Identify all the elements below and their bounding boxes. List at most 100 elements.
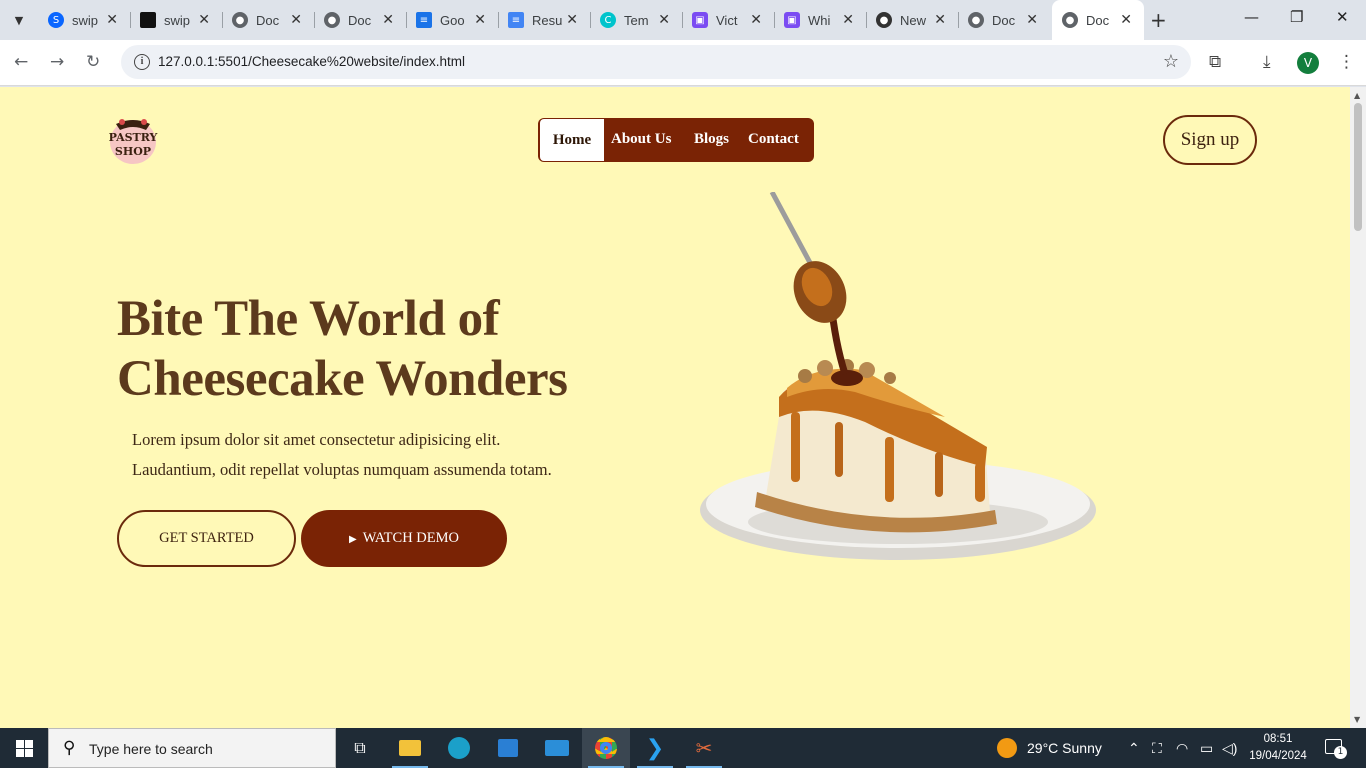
clock-date: 19/04/2024 (1249, 750, 1307, 762)
globe-icon: ● (324, 12, 340, 28)
browser-tab[interactable]: ≡ Resu ✕ (498, 5, 591, 35)
globe-icon: ● (232, 12, 248, 28)
battery-icon[interactable]: ▭ (1200, 740, 1213, 757)
hero-description: Lorem ipsum dolor sit amet consectetur a… (132, 425, 602, 485)
reload-icon[interactable]: ↻ (86, 52, 100, 72)
notification-badge: 1 (1334, 746, 1347, 759)
search-placeholder: Type here to search (89, 741, 213, 757)
close-tab-icon[interactable]: ✕ (1120, 12, 1132, 28)
close-tab-icon[interactable]: ✕ (290, 12, 302, 28)
file-explorer-icon[interactable] (386, 728, 434, 768)
volume-icon[interactable]: ◁) (1222, 740, 1237, 757)
browser-tab[interactable]: ▣ Whi ✕ (774, 5, 867, 35)
swiper-icon: S (48, 12, 64, 28)
profile-avatar[interactable]: V (1297, 52, 1319, 74)
task-view-icon[interactable]: ⧉ (336, 728, 384, 768)
close-tab-icon[interactable]: ✕ (750, 12, 762, 28)
store-icon[interactable] (484, 728, 532, 768)
pastry-shop-logo[interactable]: PASTRY SHOP (108, 114, 158, 166)
sign-up-button[interactable]: Sign up (1163, 115, 1257, 165)
new-tab-icon[interactable]: + (1150, 8, 1167, 32)
globe-icon: ● (1062, 12, 1078, 28)
vscode-icon[interactable]: ❯ (631, 728, 679, 768)
hero-title-line-1: Bite The World of (117, 291, 500, 347)
browser-tab-active[interactable]: ● Doc ✕ (1052, 0, 1144, 40)
nav-contact[interactable]: Contact (748, 118, 799, 162)
menu-kebab-icon[interactable]: ⋮ (1338, 52, 1355, 72)
download-icon[interactable]: ⤓ (1263, 52, 1271, 72)
browser-tab[interactable]: S swip ✕ (38, 5, 131, 35)
chevron-up-icon[interactable]: ⌃ (1128, 740, 1140, 757)
mail-icon[interactable] (533, 728, 581, 768)
browser-tab[interactable]: swip ✕ (130, 5, 223, 35)
restore-icon[interactable]: ❐ (1290, 8, 1303, 26)
logo-text-pastry: PASTRY (109, 131, 158, 144)
forward-icon[interactable]: → (50, 52, 64, 72)
get-started-button[interactable]: GET STARTED (117, 510, 296, 567)
close-tab-icon[interactable]: ✕ (198, 12, 210, 28)
browser-toolbar: ← → ↻ i 127.0.0.1:5501/Cheesecake%20webs… (0, 40, 1366, 86)
close-tab-icon[interactable]: ✕ (842, 12, 854, 28)
browser-tab[interactable]: ● Doc ✕ (314, 5, 407, 35)
tab-strip: ▼ S swip ✕ swip ✕ ● Doc ✕ ● Doc ✕ ≡ Goo … (0, 0, 1366, 40)
tab-search-button[interactable]: ▼ (6, 7, 32, 33)
close-tab-icon[interactable]: ✕ (1026, 12, 1038, 28)
logo-text-shop: SHOP (115, 145, 151, 158)
scroll-down-icon[interactable]: ▼ (1354, 715, 1360, 724)
close-tab-icon[interactable]: ✕ (934, 12, 946, 28)
scrollbar-thumb[interactable] (1354, 103, 1362, 231)
hero-title: Bite The World of Cheesecake Wonders (117, 289, 657, 409)
close-window-icon[interactable]: ✕ (1336, 8, 1349, 26)
clock-time: 08:51 (1263, 733, 1293, 745)
browser-tab[interactable]: ● Doc ✕ (222, 5, 315, 35)
browser-tab[interactable]: ● New ✕ (866, 5, 959, 35)
google-docs-icon: ≡ (416, 12, 432, 28)
taskbar-search[interactable]: ⚲ Type here to search (48, 728, 336, 768)
close-tab-icon[interactable]: ✕ (658, 12, 670, 28)
swiper-dark-icon (140, 12, 156, 28)
address-bar[interactable]: i 127.0.0.1:5501/Cheesecake%20website/in… (121, 45, 1191, 79)
windows-taskbar: ⚲ Type here to search ⧉ ❯ ✂ 29°C Sunny ⌃… (0, 728, 1366, 768)
close-tab-icon[interactable]: ✕ (382, 12, 394, 28)
nav-blogs[interactable]: Blogs (694, 118, 729, 162)
web-page: PASTRY SHOP Home About Us Blogs Contact … (0, 87, 1350, 728)
browser-tab[interactable]: ▣ Vict ✕ (682, 5, 775, 35)
browser-tab[interactable]: ● Doc ✕ (958, 5, 1050, 35)
bookmark-star-icon[interactable]: ☆ (1163, 51, 1179, 72)
page-scrollbar[interactable]: ▲ ▼ (1350, 87, 1366, 728)
scroll-up-icon[interactable]: ▲ (1354, 91, 1360, 100)
globe-icon: ● (968, 12, 984, 28)
watch-demo-label: WATCH DEMO (362, 530, 459, 546)
browser-tab[interactable]: C Tem ✕ (590, 5, 683, 35)
close-tab-icon[interactable]: ✕ (566, 12, 578, 28)
clock[interactable]: 08:51 19/04/2024 (1248, 731, 1308, 765)
weather-sun-icon[interactable] (997, 738, 1017, 758)
print-icon: ▣ (692, 12, 708, 28)
edge-icon[interactable] (435, 728, 483, 768)
hero-title-line-2: Cheesecake Wonders (117, 351, 568, 407)
docs-icon: ≡ (508, 12, 524, 28)
windows-start-icon[interactable] (16, 740, 33, 757)
hero-text-line-2: Laudantium, odit repellat voluptas numqu… (132, 460, 552, 479)
site-info-icon[interactable]: i (134, 54, 150, 70)
chrome-icon[interactable] (582, 728, 630, 768)
weather-text[interactable]: 29°C Sunny (1027, 740, 1102, 756)
snipping-tool-icon[interactable]: ✂ (680, 728, 728, 768)
canva-icon: C (600, 12, 616, 28)
extensions-icon[interactable]: ⧉ (1209, 52, 1221, 72)
back-icon[interactable]: ← (14, 52, 28, 72)
browser-tab[interactable]: ≡ Goo ✕ (406, 5, 499, 35)
nav-about-us[interactable]: About Us (611, 118, 671, 162)
meet-icon[interactable]: ⛶ (1152, 740, 1162, 757)
hero-text-line-1: Lorem ipsum dolor sit amet consectetur a… (132, 430, 501, 449)
print-icon: ▣ (784, 12, 800, 28)
close-tab-icon[interactable]: ✕ (106, 12, 118, 28)
watch-demo-button[interactable]: ▶ WATCH DEMO (301, 510, 507, 567)
close-tab-icon[interactable]: ✕ (474, 12, 486, 28)
wifi-icon[interactable]: ◠ (1176, 740, 1188, 757)
github-icon: ● (876, 12, 892, 28)
notification-icon[interactable]: 1 (1325, 739, 1347, 759)
nav-home[interactable]: Home (540, 119, 604, 161)
minimize-icon[interactable]: — (1244, 8, 1259, 26)
url-text[interactable]: 127.0.0.1:5501/Cheesecake%20website/inde… (158, 54, 465, 69)
